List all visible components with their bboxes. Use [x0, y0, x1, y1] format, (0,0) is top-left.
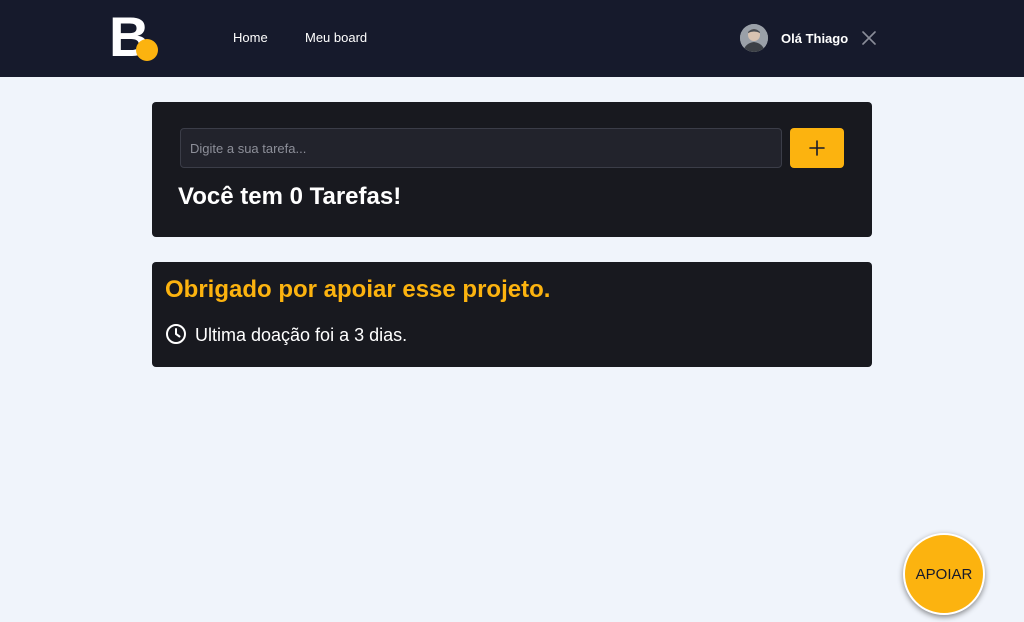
top-header: B Home Meu board Olá Thiago: [0, 0, 1024, 77]
app-logo[interactable]: B: [109, 9, 159, 65]
support-floating-button[interactable]: APOIAR: [903, 533, 985, 615]
close-icon[interactable]: [862, 31, 876, 45]
last-donation-text: Ultima doação foi a 3 dias.: [195, 325, 408, 345]
avatar-image: [740, 24, 768, 52]
support-card: Obrigado por apoiar esse projeto. Ultima…: [152, 262, 872, 367]
support-thanks-title: Obrigado por apoiar esse projeto.: [165, 276, 551, 303]
task-count-title: Você tem 0 Tarefas!: [178, 183, 402, 210]
logo-dot-icon: [136, 39, 158, 61]
avatar: [740, 24, 768, 52]
nav-board-link[interactable]: Meu board: [305, 30, 367, 46]
nav-home-link[interactable]: Home: [233, 30, 268, 46]
plus-icon: [809, 140, 825, 156]
clock-icon: [166, 324, 186, 344]
task-input[interactable]: [180, 128, 782, 168]
task-card: Você tem 0 Tarefas!: [152, 102, 872, 237]
add-task-button[interactable]: [790, 128, 844, 168]
user-greeting: Olá Thiago: [781, 31, 849, 46]
